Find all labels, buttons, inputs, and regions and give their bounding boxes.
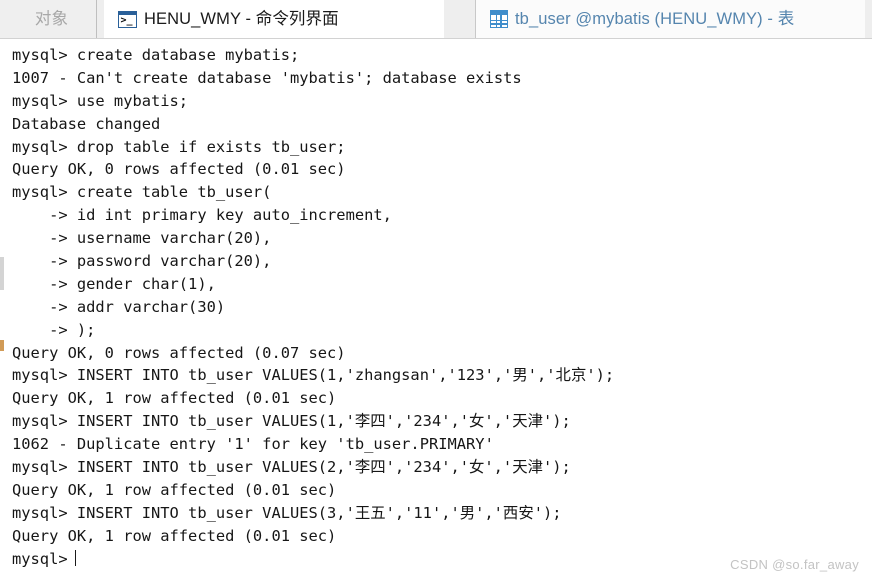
- console-line: mysql> use mybatis;: [12, 91, 189, 110]
- console-line: mysql> INSERT INTO tb_user VALUES(3,'王五'…: [12, 503, 562, 522]
- console-line: Database changed: [12, 114, 161, 133]
- console-line: -> password varchar(20),: [12, 252, 272, 271]
- table-grid-icon: [490, 10, 508, 28]
- tab-table-tb-user-label: tb_user @mybatis (HENU_WMY) - 表: [515, 9, 795, 28]
- console-line: 1062 - Duplicate entry '1' for key 'tb_u…: [12, 435, 494, 454]
- tab-command-line[interactable]: >_ HENU_WMY - 命令列界面: [104, 0, 444, 38]
- tab-command-line-label: HENU_WMY - 命令列界面: [144, 9, 339, 28]
- tab-table-tb-user[interactable]: tb_user @mybatis (HENU_WMY) - 表: [475, 0, 865, 38]
- grid-icon-line: [491, 19, 507, 21]
- grid-icon-line: [491, 23, 507, 25]
- panel-scrollbar-thumb[interactable]: [0, 257, 4, 290]
- console-line: mysql> INSERT INTO tb_user VALUES(1,'李四'…: [12, 412, 571, 431]
- console-line: mysql> INSERT INTO tb_user VALUES(1,'zha…: [12, 366, 615, 385]
- tab-objects[interactable]: 对象: [0, 0, 97, 38]
- console-line: -> addr varchar(30): [12, 297, 226, 316]
- console-line: mysql> create database mybatis;: [12, 46, 300, 64]
- console-line: Query OK, 1 row affected (0.01 sec): [12, 480, 337, 499]
- tab-bar: 对象 >_ HENU_WMY - 命令列界面 tb_user @mybatis …: [0, 0, 872, 39]
- console-line: mysql> INSERT INTO tb_user VALUES(2,'李四'…: [12, 458, 571, 477]
- console-line: mysql> drop table if exists tb_user;: [12, 137, 346, 156]
- grid-icon-line: [500, 15, 502, 27]
- console-line: 1007 - Can't create database 'mybatis'; …: [12, 68, 522, 87]
- command-line-console[interactable]: mysql> create database mybatis; 1007 - Ca…: [0, 39, 872, 586]
- console-line: Query OK, 1 row affected (0.01 sec): [12, 389, 337, 408]
- console-prompt-line: mysql>: [12, 548, 614, 571]
- console-prompt: mysql>: [12, 549, 68, 568]
- console-line: Query OK, 1 row affected (0.01 sec): [12, 526, 337, 545]
- terminal-icon: >_: [118, 10, 137, 28]
- console-line: mysql> create table tb_user(: [12, 183, 272, 202]
- database-client-window: 对象 >_ HENU_WMY - 命令列界面 tb_user @mybatis …: [0, 0, 872, 586]
- console-line: Query OK, 0 rows affected (0.07 sec): [12, 343, 346, 362]
- console-output: mysql> create database mybatis; 1007 - Ca…: [12, 44, 614, 570]
- console-line: -> username varchar(20),: [12, 229, 272, 248]
- terminal-icon-glyph: >_: [120, 15, 133, 26]
- console-line: -> gender char(1),: [12, 274, 216, 293]
- console-line: -> id int primary key auto_increment,: [12, 206, 392, 225]
- text-cursor: [74, 550, 77, 567]
- console-line: -> );: [12, 320, 96, 339]
- watermark: CSDN @so.far_away: [730, 557, 859, 572]
- panel-edge-artifact: [0, 340, 4, 351]
- console-line: Query OK, 0 rows affected (0.01 sec): [12, 160, 346, 179]
- tab-objects-label: 对象: [34, 9, 69, 28]
- grid-icon-line: [495, 15, 497, 27]
